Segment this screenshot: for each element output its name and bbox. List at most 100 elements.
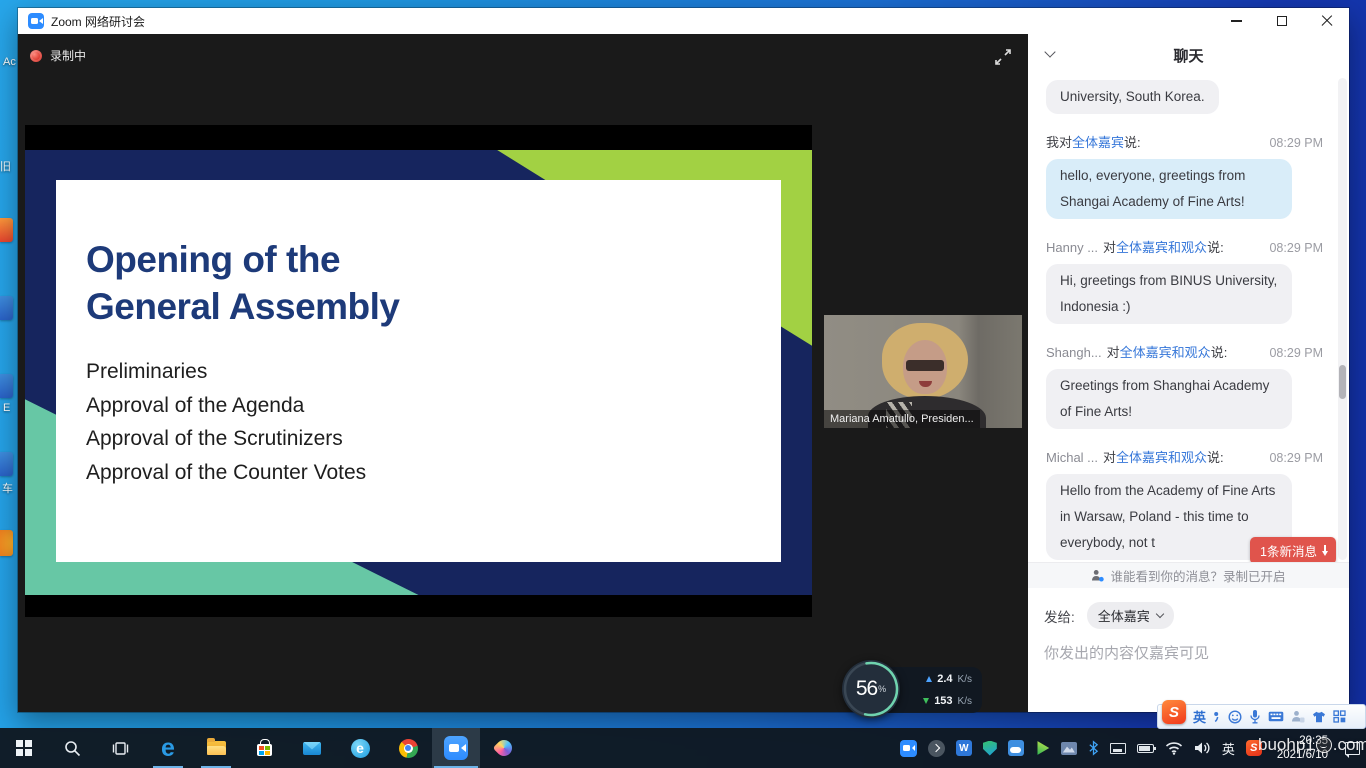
sogou-logo-icon[interactable]: S	[1162, 700, 1186, 724]
audience-dropdown[interactable]: 全体嘉宾	[1087, 602, 1174, 629]
ime-mode-indicator[interactable]: 英	[1222, 739, 1235, 758]
message-meta: Michal ... 对 全体嘉宾和观众 说: 08:29 PM	[1046, 447, 1323, 466]
maximize-button[interactable]	[1259, 8, 1304, 34]
desktop-icon-fragment[interactable]	[0, 218, 13, 242]
taskbar-mail[interactable]	[288, 728, 336, 768]
recipient-link[interactable]: 全体嘉宾和观众	[1116, 237, 1207, 256]
chat-scrollbar[interactable]	[1338, 78, 1347, 560]
recipient-link[interactable]: 全体嘉宾和观众	[1120, 342, 1211, 361]
tray-video-player-icon[interactable]	[1035, 741, 1050, 756]
chevron-down-icon[interactable]	[1044, 46, 1055, 57]
watermark-badge-icon	[1316, 737, 1332, 753]
desktop-icon-label[interactable]: 旧	[0, 158, 11, 174]
desktop-icon-fragment[interactable]	[0, 452, 13, 476]
message-bubble: Hi, greetings from BINUS University, Ind…	[1046, 264, 1292, 324]
desktop-icon-label[interactable]: 车	[2, 480, 13, 496]
volume-icon[interactable]	[1194, 741, 1211, 755]
desktop-icon-fragment[interactable]	[0, 374, 13, 398]
taskbar-search-button[interactable]	[48, 728, 96, 768]
recording-label: 录制中	[50, 47, 86, 64]
message-bubble: University, South Korea.	[1046, 80, 1219, 114]
message-time: 08:29 PM	[1269, 136, 1323, 150]
slide-agenda-item: Approval of the Agenda	[86, 389, 761, 423]
taskbar-edge[interactable]: e	[144, 728, 192, 768]
speaker-glasses	[906, 360, 944, 371]
recipient-link[interactable]: 全体嘉宾	[1072, 132, 1124, 151]
edge-icon: e	[161, 737, 175, 759]
bluetooth-icon[interactable]	[1088, 740, 1099, 756]
ime-language-toggle[interactable]: 英	[1193, 707, 1206, 726]
tray-expander-icon[interactable]	[928, 740, 945, 757]
battery-icon[interactable]	[1137, 744, 1154, 753]
tray-screenshot-tool-icon[interactable]	[1061, 742, 1077, 755]
tray-security-shield-icon[interactable]	[983, 741, 997, 756]
windows-logo-icon	[16, 740, 32, 756]
desktop-icon-fragment[interactable]	[0, 530, 13, 556]
minimize-icon	[1231, 20, 1242, 22]
screen-share-area: 录制中 Opening of the Gen	[18, 34, 1028, 712]
chat-scrollbar-thumb[interactable]	[1339, 365, 1346, 399]
chat-message-list[interactable]: University, South Korea. 我 对 全体嘉宾 说: 08:…	[1028, 76, 1349, 562]
fullscreen-expand-icon	[993, 47, 1013, 67]
fullscreen-button[interactable]	[992, 46, 1014, 68]
close-button[interactable]	[1304, 8, 1349, 34]
maximize-icon	[1277, 16, 1287, 26]
wifi-icon[interactable]	[1165, 741, 1183, 755]
taskbar-internet-explorer[interactable]	[336, 728, 384, 768]
emoji-icon[interactable]	[1228, 710, 1242, 724]
minimize-button[interactable]	[1214, 8, 1259, 34]
speaker-video-thumbnail[interactable]: Mariana Amatullo, Presiden...	[824, 315, 1022, 428]
arrow-down-icon	[1324, 545, 1326, 552]
message-meta: Hanny ... 对 全体嘉宾和观众 说: 08:29 PM	[1046, 237, 1323, 256]
task-view-button[interactable]	[96, 728, 144, 768]
chat-visibility-notice: 谁能看到你的消息？录制已开启	[1028, 562, 1349, 588]
usage-percent-gauge[interactable]: 56 %	[842, 660, 900, 718]
ime-account-icon[interactable]	[1291, 710, 1305, 723]
tray-cloud-app-icon[interactable]	[1008, 740, 1024, 756]
store-bag-icon	[257, 744, 272, 756]
ie-icon	[351, 739, 370, 758]
message-time: 08:29 PM	[1269, 451, 1323, 465]
chat-message: Shangh... 对 全体嘉宾和观众 说: 08:29 PM Greeting…	[1046, 342, 1323, 429]
window-title: Zoom 网络研讨会	[51, 13, 145, 30]
punctuation-icon[interactable]	[1213, 711, 1221, 723]
start-button[interactable]	[0, 728, 48, 768]
ime-skin-icon[interactable]	[1312, 711, 1326, 723]
chat-input[interactable]: 你发出的内容仅嘉宾可见	[1044, 642, 1333, 663]
recording-dot-icon	[30, 50, 42, 62]
gauge-ring	[842, 660, 900, 718]
chat-header: 聊天	[1028, 34, 1349, 76]
message-meta: Shangh... 对 全体嘉宾和观众 说: 08:29 PM	[1046, 342, 1323, 361]
taskbar-store[interactable]	[240, 728, 288, 768]
taskbar-file-explorer[interactable]	[192, 728, 240, 768]
recipient-link[interactable]: 全体嘉宾和观众	[1116, 447, 1207, 466]
desktop-icon-label[interactable]: Ac	[3, 56, 16, 68]
tray-zoom-icon[interactable]	[900, 740, 917, 757]
colorful-drop-icon	[493, 737, 516, 760]
message-meta: 我 对 全体嘉宾 说: 08:29 PM	[1046, 132, 1323, 151]
ime-toolbox-icon[interactable]	[1333, 710, 1346, 723]
chrome-icon	[399, 739, 418, 758]
taskbar-chrome[interactable]	[384, 728, 432, 768]
taskbar-paint3d[interactable]	[480, 728, 528, 768]
keyboard-icon[interactable]	[1268, 711, 1284, 722]
chat-panel: 聊天 University, South Korea. 我 对 全体嘉宾 说: …	[1028, 34, 1349, 712]
desktop-icon-fragment[interactable]	[0, 296, 13, 320]
display-icon[interactable]	[1110, 743, 1126, 754]
zoom-webinar-window: Zoom 网络研讨会 录制中	[18, 8, 1349, 712]
taskbar-zoom-active[interactable]	[432, 728, 480, 768]
speaker-name-label: Mariana Amatullo, Presiden...	[824, 410, 980, 428]
sender-name: Michal ...	[1046, 450, 1098, 465]
recording-indicator: 录制中	[30, 47, 86, 64]
slide-agenda-item: Approval of the Counter Votes	[86, 456, 761, 490]
slide-agenda-list: Preliminaries Approval of the Agenda App…	[86, 355, 761, 489]
folder-icon	[207, 741, 226, 755]
chat-message: Hanny ... 对 全体嘉宾和观众 说: 08:29 PM Hi, gree…	[1046, 237, 1323, 324]
tray-wps-icon[interactable]: W	[956, 740, 972, 756]
task-view-icon	[112, 741, 129, 756]
new-message-button[interactable]: 1条新消息	[1250, 537, 1336, 564]
voice-input-icon[interactable]	[1249, 709, 1261, 724]
window-titlebar[interactable]: Zoom 网络研讨会	[18, 8, 1349, 34]
desktop-icon-label[interactable]: E	[3, 402, 10, 414]
mail-envelope-icon	[303, 742, 321, 755]
